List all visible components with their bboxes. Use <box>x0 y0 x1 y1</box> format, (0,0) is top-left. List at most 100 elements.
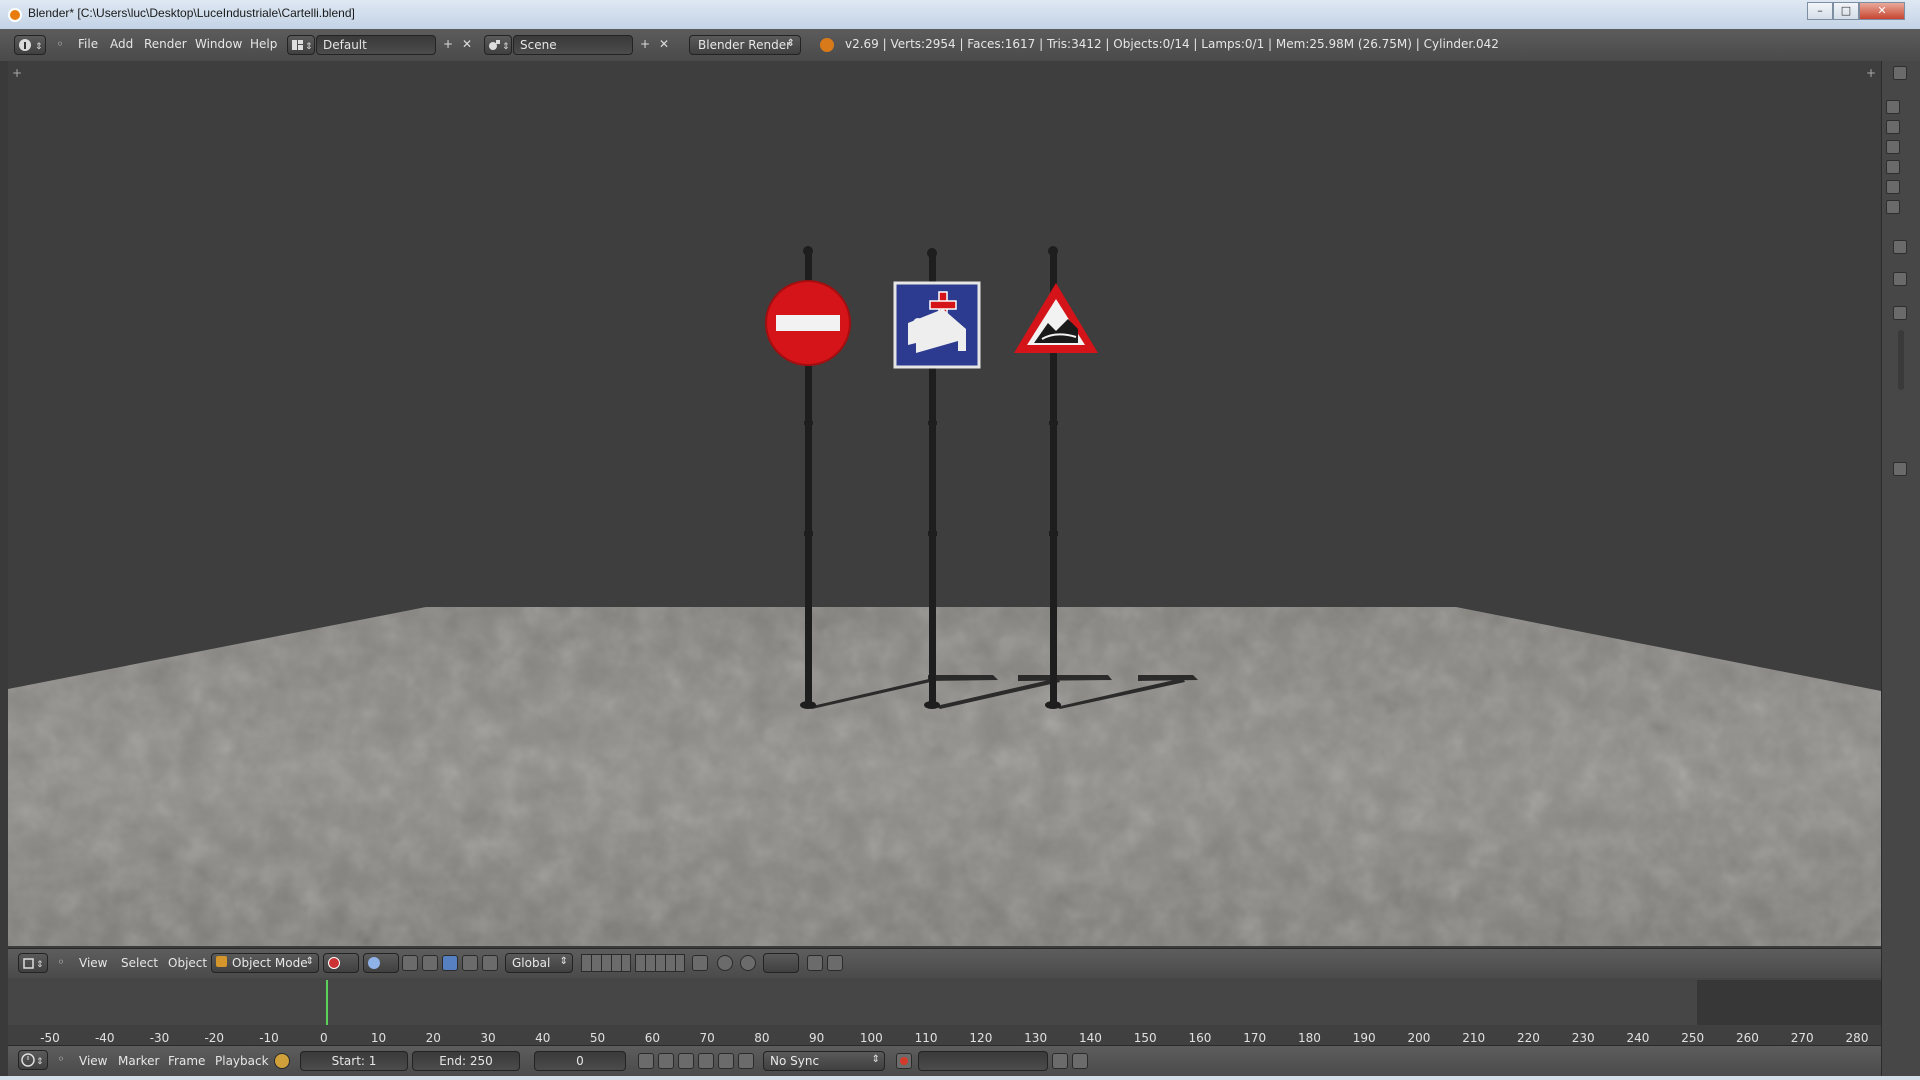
pivot-point-dropdown[interactable] <box>363 953 399 973</box>
menu-window[interactable]: Window <box>195 37 242 51</box>
current-frame-field[interactable]: 0 <box>534 1051 626 1071</box>
prev-keyframe-icon[interactable] <box>658 1053 674 1069</box>
timeline-tick-label: 100 <box>859 1031 883 1045</box>
add-scene-button[interactable]: + <box>637 37 653 53</box>
collapse-menu-icon[interactable]: ◦ <box>52 37 68 53</box>
scene-name-field[interactable]: Scene <box>513 35 633 55</box>
keying-set-field[interactable] <box>918 1051 1048 1071</box>
opengl-anim-icon[interactable] <box>827 955 843 971</box>
timeline-tick-label: 140 <box>1078 1031 1102 1045</box>
layer-icon-2[interactable] <box>1886 120 1900 134</box>
timeline-tick-label: 200 <box>1407 1031 1431 1045</box>
timeline-menu-marker[interactable]: Marker <box>118 1054 159 1068</box>
window-titlebar: Blender* [C:\Users\luc\Desktop\LuceIndus… <box>0 0 1920 29</box>
layout-selector-button[interactable]: ⇕ <box>287 35 315 55</box>
scene-layers-grid-2[interactable] <box>635 954 685 972</box>
render-settings-icon[interactable] <box>1893 240 1907 254</box>
3d-viewport[interactable]: + + <box>8 61 1881 946</box>
layer-lock-icon[interactable] <box>692 955 708 971</box>
remove-scene-button[interactable]: ✕ <box>656 37 672 53</box>
opengl-render-icon[interactable] <box>807 955 823 971</box>
remove-layout-button[interactable]: ✕ <box>459 37 475 53</box>
sync-mode-dropdown[interactable]: No Sync ⇕ <box>763 1051 885 1071</box>
window-bottom-border <box>0 1076 1920 1080</box>
scale-manipulator-icon[interactable] <box>462 955 478 971</box>
timeline-tick-label: 220 <box>1517 1031 1540 1045</box>
start-frame-field[interactable]: Start: 1 <box>300 1051 408 1071</box>
object-mode-dropdown[interactable]: Object Mode ⇕ <box>211 953 319 973</box>
preview-range-icon[interactable] <box>274 1053 290 1069</box>
timeline-tick-label: 0 <box>319 1031 328 1045</box>
proportional-edit-icon[interactable] <box>717 955 733 971</box>
layout-name-field[interactable]: Default <box>316 35 436 55</box>
snap-toggle-icon[interactable] <box>740 955 756 971</box>
timeline-tick-label: 110 <box>914 1031 938 1045</box>
svg-text:⇕: ⇕ <box>502 42 510 52</box>
timeline-tick-label: 80 <box>754 1031 770 1045</box>
properties-icon[interactable] <box>1893 66 1907 80</box>
translate-manipulator-icon[interactable] <box>422 955 438 971</box>
timeline-menu-frame[interactable]: Frame <box>168 1054 205 1068</box>
layer-icon-1[interactable] <box>1886 100 1900 114</box>
constraint-icon[interactable] <box>1893 272 1907 286</box>
record-icon[interactable] <box>896 1053 912 1069</box>
collapse-3d-menu-icon[interactable]: ◦ <box>53 955 69 971</box>
layer-icon-5[interactable] <box>1886 180 1900 194</box>
delete-keyframe-icon[interactable] <box>1072 1053 1088 1069</box>
minimize-button[interactable]: – <box>1807 2 1833 20</box>
jump-end-icon[interactable] <box>738 1053 754 1069</box>
timeline-tick-label: 50 <box>589 1031 606 1045</box>
orientation-label: Global <box>512 956 551 970</box>
current-frame-indicator[interactable] <box>326 980 328 1028</box>
render-engine-dropdown[interactable]: Blender Render ⇕ <box>689 35 801 55</box>
menu-help[interactable]: Help <box>250 37 277 51</box>
menu-object[interactable]: Object <box>168 956 207 970</box>
timeline-tick-label: -30 <box>149 1031 170 1045</box>
timeline-menu-view[interactable]: View <box>79 1054 107 1068</box>
transform-icon[interactable] <box>482 955 498 971</box>
timeline-area[interactable] <box>8 978 1881 1031</box>
end-frame-field[interactable]: End: 250 <box>412 1051 520 1071</box>
transform-orientation-dropdown[interactable]: Global ⇕ <box>505 953 573 973</box>
play-icon[interactable] <box>698 1053 714 1069</box>
editor-type-3d-button[interactable]: ⇕ <box>18 953 48 973</box>
layer-icon-3[interactable] <box>1886 140 1900 154</box>
blender-status-icon <box>820 38 834 52</box>
menu-view[interactable]: View <box>79 956 107 970</box>
add-layout-button[interactable]: + <box>440 37 456 53</box>
timeline-header: ⇕ ◦ View Marker Frame Playback Start: 1 … <box>8 1045 1881 1077</box>
timeline-tick-label: 60 <box>644 1031 660 1045</box>
info-header: ⇕ ◦ File Add Render Window Help ⇕ Defaul… <box>0 29 1920 62</box>
layer-icon-4[interactable] <box>1886 160 1900 174</box>
editor-type-timeline-button[interactable]: ⇕ <box>18 1050 48 1070</box>
close-button[interactable]: ✕ <box>1859 2 1905 20</box>
rotate-manipulator-icon[interactable] <box>442 955 458 971</box>
svg-text:⇕: ⇕ <box>36 960 44 970</box>
layer-icon-6[interactable] <box>1886 200 1900 214</box>
menu-add[interactable]: Add <box>110 37 133 51</box>
insert-keyframe-icon[interactable] <box>1052 1053 1068 1069</box>
timeline-menu-playback[interactable]: Playback <box>215 1054 269 1068</box>
timeline-tick-label: 40 <box>535 1031 551 1045</box>
timeline-tick-label: 250 <box>1681 1031 1705 1045</box>
properties-scrollbar[interactable] <box>1898 330 1904 390</box>
jump-start-icon[interactable] <box>638 1053 654 1069</box>
snap-element-dropdown[interactable] <box>763 953 799 973</box>
scene-selector-button[interactable]: ⇕ <box>484 35 512 55</box>
add-panel-icon[interactable] <box>1893 462 1907 476</box>
scene-layers-grid-1[interactable] <box>581 954 631 972</box>
viewport-shading-dropdown[interactable] <box>323 953 359 973</box>
svg-text:⇕: ⇕ <box>35 42 43 52</box>
menu-render[interactable]: Render <box>144 37 187 51</box>
menu-select[interactable]: Select <box>121 956 158 970</box>
timeline-tick-label: -20 <box>204 1031 225 1045</box>
collapse-timeline-menu-icon[interactable]: ◦ <box>53 1052 69 1068</box>
play-reverse-icon[interactable] <box>678 1053 694 1069</box>
menu-file[interactable]: File <box>78 37 98 51</box>
maximize-button[interactable]: □ <box>1833 2 1859 20</box>
timeline-icon: ⇕ <box>21 1053 44 1067</box>
next-keyframe-icon[interactable] <box>718 1053 734 1069</box>
editor-type-button[interactable]: ⇕ <box>14 35 46 55</box>
manipulator-toggle-icon[interactable] <box>402 955 418 971</box>
material-icon[interactable] <box>1893 306 1907 320</box>
